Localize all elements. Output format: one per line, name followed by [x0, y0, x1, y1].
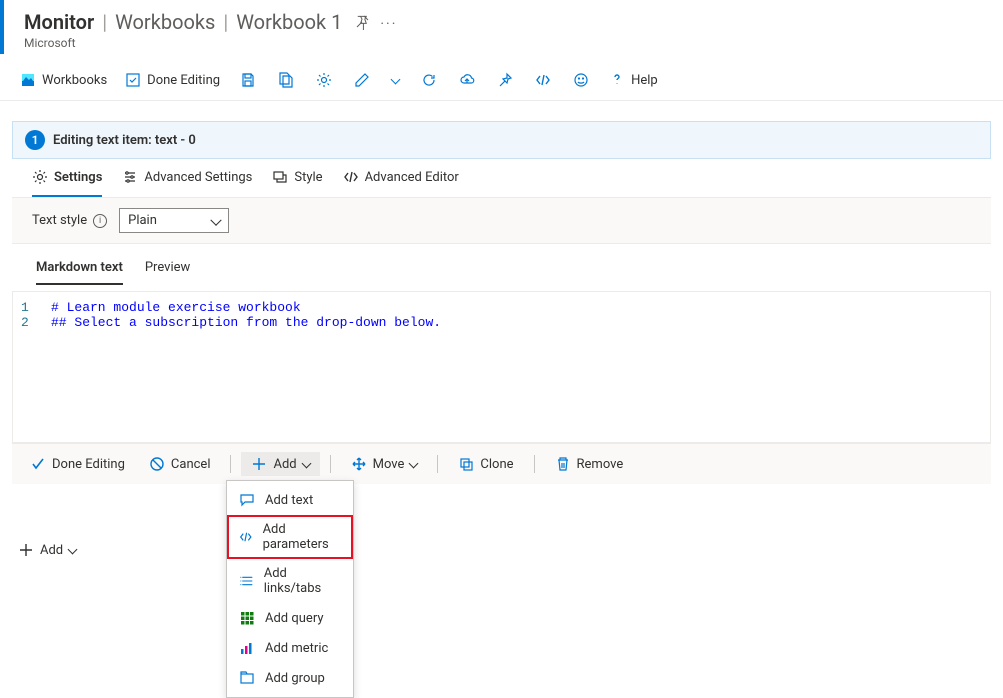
tab-markdown-text[interactable]: Markdown text [36, 254, 123, 285]
breadcrumb-part-1[interactable]: Monitor [24, 10, 94, 34]
move-button[interactable]: Move [341, 452, 428, 476]
pin-button[interactable] [487, 68, 523, 92]
pin-toolbar-icon [497, 72, 513, 88]
clone-icon [458, 456, 474, 472]
text-style-select[interactable]: Plain [119, 208, 229, 233]
more-icon[interactable]: ··· [380, 16, 397, 32]
done-editing-button[interactable]: Done Editing [117, 68, 228, 92]
metric-icon [239, 640, 255, 656]
step-text: Editing text item: text - 0 [53, 133, 196, 148]
breadcrumb: Monitor | Workbooks | Workbook 1 [24, 10, 342, 34]
help-icon [609, 72, 625, 88]
done-editing-item-button[interactable]: Done Editing [20, 452, 135, 476]
item-toolbar: Done Editing Cancel Add Move Clone Remov… [12, 443, 991, 484]
page-header: Monitor | Workbooks | Workbook 1 Microso… [0, 0, 1003, 54]
add-dropdown-menu: Add text Add parameters Add links/tabs A… [226, 480, 354, 698]
page-add-button[interactable]: Add [18, 542, 76, 558]
breadcrumb-part-3[interactable]: Workbook 1 [236, 10, 342, 34]
chevron-down-icon [409, 458, 419, 468]
pencil-icon [354, 72, 370, 88]
menu-add-parameters[interactable]: Add parameters [227, 515, 353, 559]
comment-icon [239, 492, 255, 508]
info-icon[interactable]: i [93, 214, 107, 228]
tab-advanced-settings[interactable]: Advanced Settings [122, 159, 252, 197]
sliders-icon [122, 169, 138, 185]
gear-icon [316, 72, 332, 88]
gear-icon [32, 169, 48, 185]
list-icon [239, 573, 254, 589]
done-editing-icon [125, 72, 141, 88]
edit-button[interactable] [344, 68, 380, 92]
markdown-tabs: Markdown text Preview [12, 244, 991, 285]
remove-button[interactable]: Remove [545, 452, 634, 476]
code-icon [239, 529, 253, 545]
plus-icon [18, 542, 34, 558]
cloud-upload-icon [459, 72, 475, 88]
header-subtitle: Microsoft [24, 36, 342, 50]
menu-add-metric[interactable]: Add metric [227, 633, 353, 663]
code-button[interactable] [525, 68, 561, 92]
markdown-editor: # Learn module exercise workbook ## Sele… [12, 291, 991, 443]
item-editor-tabs: Settings Advanced Settings Style Advance… [12, 159, 991, 198]
upload-button[interactable] [449, 68, 485, 92]
markdown-textarea[interactable]: # Learn module exercise workbook ## Sele… [13, 292, 990, 442]
trash-icon [555, 456, 571, 472]
toolbar-separator [437, 455, 438, 473]
tab-settings[interactable]: Settings [32, 159, 102, 197]
save-icon [240, 72, 256, 88]
chevron-down-icon [301, 458, 311, 468]
plus-icon [251, 456, 267, 472]
tab-preview[interactable]: Preview [145, 254, 190, 285]
grid-icon [239, 610, 255, 626]
workbook-icon [20, 72, 36, 88]
group-icon [239, 670, 255, 686]
text-style-label: Text style i [32, 213, 107, 228]
pin-icon[interactable] [354, 14, 370, 34]
refresh-icon [421, 72, 437, 88]
save-as-button[interactable] [268, 68, 304, 92]
toolbar-separator [534, 455, 535, 473]
check-icon [30, 456, 46, 472]
menu-add-text[interactable]: Add text [227, 485, 353, 515]
add-item-button[interactable]: Add [241, 452, 319, 476]
style-icon [272, 169, 288, 185]
breadcrumb-part-2[interactable]: Workbooks [115, 10, 215, 34]
workbooks-button[interactable]: Workbooks [12, 68, 115, 92]
step-number: 1 [25, 130, 45, 150]
save-button[interactable] [230, 68, 266, 92]
menu-add-query[interactable]: Add query [227, 603, 353, 633]
toolbar-separator [230, 455, 231, 473]
editing-step-banner: 1 Editing text item: text - 0 [12, 121, 991, 159]
tab-advanced-editor[interactable]: Advanced Editor [343, 159, 459, 197]
refresh-button[interactable] [411, 68, 447, 92]
code-icon [343, 169, 359, 185]
toolbar-separator [330, 455, 331, 473]
top-toolbar: Workbooks Done Editing Help [0, 60, 1003, 101]
save-as-icon [278, 72, 294, 88]
breadcrumb-sep: | [102, 10, 107, 34]
code-icon [535, 72, 551, 88]
move-icon [351, 456, 367, 472]
cancel-icon [149, 456, 165, 472]
feedback-button[interactable] [563, 68, 599, 92]
text-style-row: Text style i Plain [12, 198, 991, 244]
clone-button[interactable]: Clone [448, 452, 523, 476]
smiley-icon [573, 72, 589, 88]
tab-style[interactable]: Style [272, 159, 322, 197]
edit-dropdown-button[interactable] [382, 72, 409, 89]
cancel-button[interactable]: Cancel [139, 452, 221, 476]
settings-button[interactable] [306, 68, 342, 92]
menu-add-group[interactable]: Add group [227, 663, 353, 693]
breadcrumb-sep: | [223, 10, 228, 34]
menu-add-links-tabs[interactable]: Add links/tabs [227, 559, 353, 603]
chevron-down-icon [68, 544, 78, 554]
help-button[interactable]: Help [601, 68, 666, 92]
